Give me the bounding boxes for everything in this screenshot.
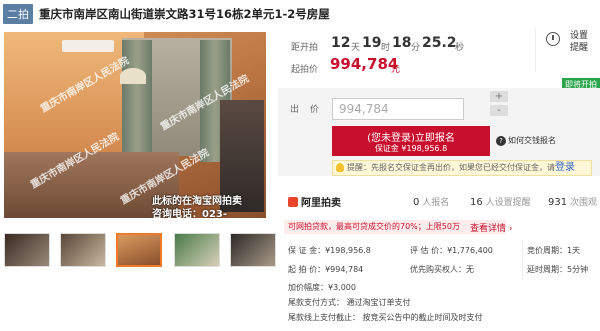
thumbnail-5[interactable]	[230, 233, 276, 267]
start-price-label: 起拍价	[291, 65, 319, 75]
bid-label: 出 价	[290, 105, 323, 115]
photo-lamp	[120, 68, 146, 84]
stats-bar: 阿里拍卖 0 人报名 16 人设置提醒 931 次围观	[278, 192, 600, 212]
brand-logo: 阿里拍卖	[288, 194, 341, 209]
timer-seconds-unit: 秒	[455, 43, 465, 53]
how-to-pay-link[interactable]: ? 如何交钱报名	[496, 135, 556, 146]
auction-period-panel: 竞价周期：1天 延时周期：5分钟	[522, 240, 600, 280]
timer-label: 距开拍	[291, 43, 319, 53]
timer-minutes: 18	[392, 35, 412, 51]
photo-caption-line1: 此标的在淘宝网拍卖	[152, 196, 242, 207]
deposit-info: 保 证 金：¥198,956.8	[288, 246, 371, 255]
photo-caption: 此标的在淘宝网拍卖 咨询电话：023-68833386	[152, 195, 266, 218]
timer-hours-unit: 时	[381, 43, 391, 53]
set-reminder-label: 设置提醒	[570, 31, 589, 53]
appraisal-info: 评 估 价：¥1,776,400	[410, 246, 493, 255]
increment-info: 加价幅度：¥3,000	[288, 283, 356, 292]
thumbnail-4[interactable]	[174, 233, 220, 267]
priority-buyer-info: 优先购买权人：无	[410, 265, 474, 274]
lightbulb-icon	[336, 163, 344, 172]
photo-air-conditioner	[62, 40, 114, 52]
thumbnail-3[interactable]	[116, 233, 162, 267]
extension-period-info: 延时周期：5分钟	[527, 265, 589, 274]
bid-input[interactable]	[332, 98, 464, 120]
brand-label: 阿里拍卖	[301, 198, 341, 209]
offline-payment-info: 尾款线上支付截止： 按竞买公告中的截止时间及时支付	[288, 313, 483, 322]
start-price-unit: 元	[391, 65, 401, 75]
bid-decrease-button[interactable]: -	[490, 105, 508, 116]
login-link[interactable]: 登录	[555, 162, 575, 173]
page-title: 重庆市南岸区南山街道崇文路31号16栋2单元1-2号房屋	[39, 7, 330, 21]
round-tag: 二拍	[3, 4, 33, 24]
bid-increase-button[interactable]: +	[490, 91, 508, 102]
timer-minutes-unit: 分	[411, 43, 421, 53]
login-notice-text: 提醒：先报名交保证金再出价，如果您已经交付保证金，请	[347, 163, 555, 172]
loan-details-link[interactable]: 查看详情 ›	[470, 221, 512, 234]
start-price-value: 994,784	[330, 55, 399, 73]
clock-icon	[546, 32, 560, 46]
start-price-info: 起 拍 价：¥994,784	[288, 265, 364, 274]
timer-seconds: 25.2	[422, 35, 457, 51]
timer-days: 12	[331, 35, 351, 51]
timer-days-unit: 天	[351, 43, 361, 53]
set-reminder-button[interactable]: 设置提醒	[535, 28, 595, 72]
timer-hours: 19	[362, 35, 382, 51]
photo-caption-line2: 咨询电话：023-68833386	[152, 209, 228, 218]
login-notice: 提醒：先报名交保证金再出价，如果您已经交付保证金，请登录	[332, 160, 592, 176]
signup-button-label: (您未登录)立即报名	[367, 133, 455, 144]
alibaba-auction-icon	[288, 197, 298, 207]
thumbnail-1[interactable]	[4, 233, 50, 267]
signup-deposit-label: 保证金 ¥198,956.8	[374, 144, 448, 153]
thumbnail-2[interactable]	[60, 233, 106, 267]
bidding-period-info: 竞价周期：1天	[527, 246, 581, 255]
main-photo[interactable]: 重庆市南岸区人民法院 重庆市南岸区人民法院 重庆市南岸区人民法院 重庆市南岸区人…	[4, 32, 266, 218]
payment-method-info: 尾款支付方式： 通过淘宝订单支付	[288, 298, 411, 307]
reminder-count: 16 人设置提醒	[470, 197, 531, 208]
title-bar: 二拍 重庆市南岸区南山街道崇文路31号16栋2单元1-2号房屋	[0, 0, 600, 28]
help-icon: ?	[496, 136, 506, 146]
signup-button[interactable]: (您未登录)立即报名 保证金 ¥198,956.8	[332, 126, 490, 156]
bid-panel: 出 价 + - (您未登录)立即报名 保证金 ¥198,956.8 ?如何交钱报…	[278, 88, 600, 176]
thumbnail-strip	[4, 233, 276, 269]
how-to-pay-label: 如何交钱报名	[508, 136, 556, 145]
view-count: 931 次围观	[548, 197, 597, 208]
signup-count: 0 人报名	[413, 197, 450, 208]
